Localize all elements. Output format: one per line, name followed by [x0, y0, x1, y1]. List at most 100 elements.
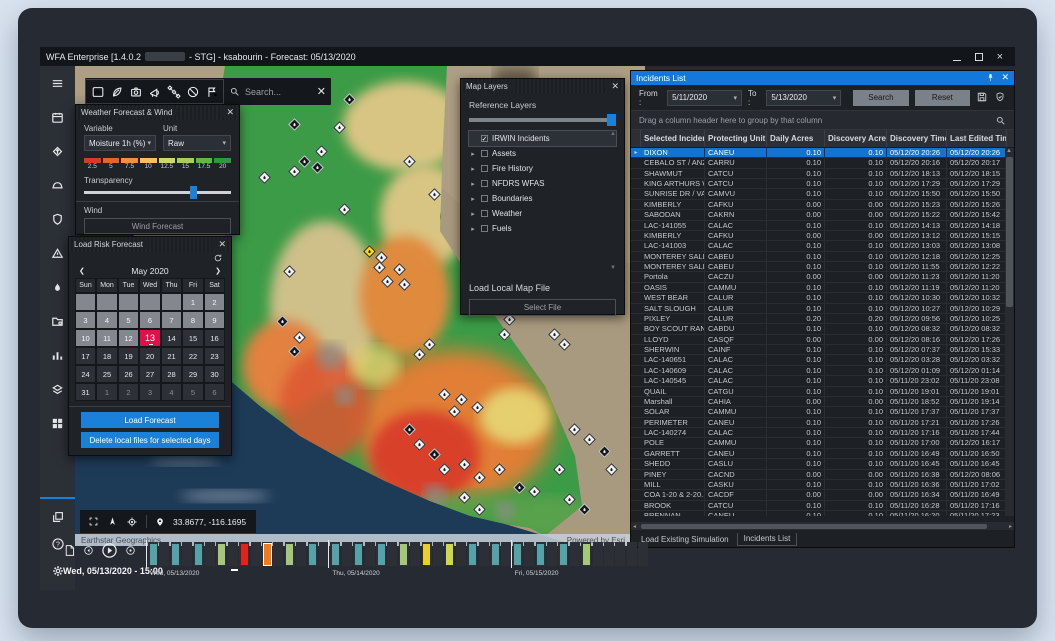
calendar-day[interactable]: 28 [161, 365, 183, 383]
layer-checkbox[interactable] [481, 150, 488, 157]
calendar-day[interactable]: 2 [204, 293, 226, 311]
table-row[interactable]: MONTEREY SALIN...CABEU0.100.1005/12/20 1… [631, 262, 1014, 272]
table-row[interactable]: WEST BEARCALUR0.100.1005/12/20 10:3005/1… [631, 293, 1014, 303]
timeline-bar[interactable] [537, 544, 544, 565]
refresh-icon[interactable] [213, 253, 223, 263]
timeline-slot[interactable] [273, 542, 283, 566]
leaf-tool-icon[interactable] [107, 81, 126, 102]
camera-tool-icon[interactable] [126, 81, 145, 102]
calendar-day[interactable]: 23 [204, 347, 226, 365]
calendar-day[interactable]: 5 [182, 383, 204, 401]
nosign-tool-icon[interactable] [183, 81, 202, 102]
layers-opacity-slider[interactable] [469, 118, 616, 122]
timeline-bar-selected[interactable] [264, 544, 271, 565]
wx-tool-icon[interactable]: Wx [88, 81, 107, 102]
calendar-day[interactable]: 8 [182, 311, 204, 329]
calendar-day[interactable]: 17 [75, 347, 97, 365]
calendar-day[interactable]: 9 [204, 311, 226, 329]
timeline-bar[interactable] [241, 544, 248, 565]
restore-icon[interactable] [975, 53, 983, 61]
cascade-icon[interactable] [40, 503, 75, 530]
search-input[interactable]: Search... [245, 87, 281, 97]
calendar-day[interactable]: 18 [96, 347, 118, 365]
table-row[interactable]: POLECAMMU0.100.1005/11/20 17:0005/12/20 … [631, 438, 1014, 448]
timeline-slot[interactable] [547, 542, 557, 566]
timeline-bar[interactable] [309, 544, 316, 565]
timeline-slot[interactable] [615, 542, 625, 566]
timeline-slot[interactable] [433, 542, 443, 566]
table-row[interactable]: LAC-141055CALAC0.100.1005/12/20 14:1305/… [631, 221, 1014, 231]
timeline-bar[interactable] [492, 544, 499, 565]
step-forward-icon[interactable] [125, 545, 136, 556]
timeline-slot[interactable] [228, 542, 238, 566]
layer-item-fuels[interactable]: ▸Fuels [469, 221, 616, 236]
layer-item-weather[interactable]: ▸Weather [469, 206, 616, 221]
table-row[interactable]: KIMBERLYCAFKU0.000.0005/12/20 13:1205/12… [631, 231, 1014, 241]
timeline-slot[interactable] [456, 542, 466, 566]
calendar-day[interactable]: 2 [118, 383, 140, 401]
timeline-bar[interactable] [195, 544, 202, 565]
table-row[interactable]: CEBALO ST / ANZ...CARRU0.100.1005/12/20 … [631, 158, 1014, 168]
timeline-bar[interactable] [446, 544, 453, 565]
calendar-day[interactable]: 19 [118, 347, 140, 365]
table-row[interactable]: BRENNANCANEU0.100.1005/11/20 16:2005/11/… [631, 511, 1014, 516]
layer-checkbox[interactable] [481, 225, 488, 232]
reset-button[interactable]: Reset [915, 90, 970, 106]
timeline-slot[interactable] [239, 542, 249, 566]
slider-knob[interactable] [190, 186, 197, 199]
table-row[interactable]: LAC-140609CALAC0.100.1005/12/20 01:0905/… [631, 366, 1014, 376]
close-icon[interactable]: ✕ [1001, 72, 1009, 83]
load-forecast-button[interactable]: Load Forecast [81, 412, 219, 428]
table-row[interactable]: BROOKCATCU0.100.1005/11/20 16:2805/11/20… [631, 501, 1014, 511]
calendar-day[interactable]: 1 [182, 293, 204, 311]
north-arrow-icon[interactable] [107, 516, 118, 527]
select-file-button[interactable]: Select File [469, 299, 616, 316]
layer-checkbox[interactable] [481, 210, 488, 217]
timeline-slot[interactable] [330, 542, 340, 566]
risk-icon[interactable] [40, 134, 75, 168]
minimize-icon[interactable] [953, 53, 961, 61]
play-icon[interactable] [101, 542, 118, 559]
timeline-slot[interactable] [593, 542, 603, 566]
layer-item-irwin-incidents[interactable]: ✓IRWIN Incidents [469, 131, 616, 146]
close-icon[interactable]: ✕ [220, 107, 234, 118]
timeline-bar[interactable] [172, 544, 179, 565]
timeline-slot[interactable] [342, 542, 352, 566]
timeline-bar[interactable] [560, 544, 567, 565]
fullscreen-icon[interactable] [88, 516, 99, 527]
delete-local-files-button[interactable]: Delete local files for selected days [81, 432, 219, 448]
search-box[interactable]: Search... ✕ [224, 85, 331, 98]
calendar-day[interactable] [118, 293, 140, 311]
satellite-tool-icon[interactable] [164, 81, 183, 102]
table-row[interactable]: MILLCASKU0.100.1005/11/20 16:3605/11/20 … [631, 480, 1014, 490]
timeline-slot[interactable] [524, 542, 534, 566]
calendar-day[interactable]: 3 [75, 311, 97, 329]
table-row[interactable]: LAC-140545CALAC0.100.1005/11/20 23:0205/… [631, 376, 1014, 386]
expand-icon[interactable]: ▸ [469, 165, 477, 173]
column-header[interactable]: Daily Acres [767, 130, 825, 147]
column-header[interactable]: Protecting Unit [705, 130, 767, 147]
calendar-day[interactable]: 4 [161, 383, 183, 401]
expand-icon[interactable]: ▸ [469, 180, 477, 188]
timeline-slot[interactable] [467, 542, 477, 566]
layer-checkbox[interactable] [481, 165, 488, 172]
calendar-day[interactable]: 29 [182, 365, 204, 383]
expand-icon[interactable]: ▸ [469, 210, 477, 218]
timeline-slot[interactable] [205, 542, 215, 566]
calendar-day[interactable]: 6 [139, 311, 161, 329]
timeline-slot[interactable] [182, 542, 192, 566]
next-month-icon[interactable]: ❯ [215, 267, 221, 275]
table-row[interactable]: LAC-141003CALAC0.100.1005/12/20 13:0305/… [631, 241, 1014, 251]
calendar-day[interactable]: 16 [204, 329, 226, 347]
timeline-slot[interactable] [376, 542, 386, 566]
calendar-day[interactable]: 10 [75, 329, 97, 347]
expand-icon[interactable]: ▸ [469, 195, 477, 203]
table-row[interactable]: BOY SCOUT RANC...CABDU0.100.1005/12/20 0… [631, 324, 1014, 334]
timeline-bar[interactable] [423, 544, 430, 565]
calendar-day[interactable] [139, 293, 161, 311]
timeline-bar[interactable] [583, 544, 590, 565]
badge-icon[interactable] [994, 91, 1006, 105]
timeline-slot[interactable] [490, 542, 500, 566]
layer-item-nfdrs-wfas[interactable]: ▸NFDRS WFAS [469, 176, 616, 191]
table-row[interactable]: SHAWMUTCATCU0.100.1005/12/20 18:1305/12/… [631, 169, 1014, 179]
